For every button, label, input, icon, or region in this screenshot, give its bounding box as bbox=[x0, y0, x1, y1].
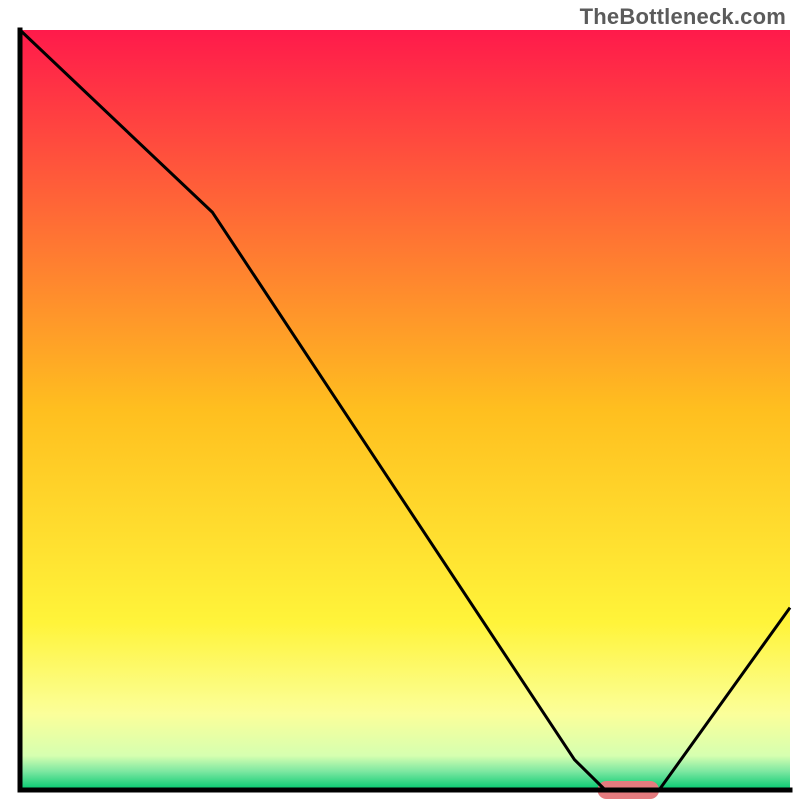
bottleneck-chart bbox=[0, 0, 800, 800]
chart-frame: TheBottleneck.com bbox=[0, 0, 800, 800]
plot-background bbox=[20, 30, 790, 790]
watermark-text: TheBottleneck.com bbox=[580, 4, 786, 30]
